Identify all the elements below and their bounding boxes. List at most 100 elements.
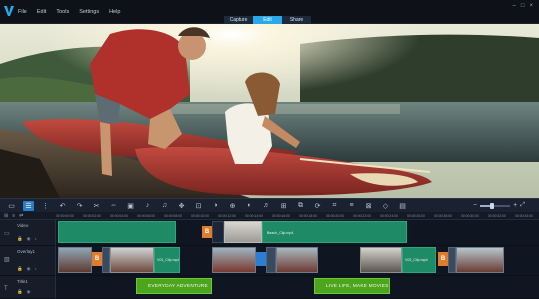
timecode-label: 00:00:16:00: [272, 214, 290, 218]
timecode-label: 00:00:06:00: [137, 214, 155, 218]
timecode-label: 00:00:08:00: [164, 214, 182, 218]
timeline-ruler[interactable]: ⊞ ≡ ⇄ 00:00:00:00 00:00:02:00 00:00:04:0…: [0, 212, 539, 220]
visibility-icon[interactable]: ◉: [27, 266, 31, 272]
transition[interactable]: B: [438, 252, 448, 266]
zoom-in-button[interactable]: +: [513, 202, 517, 209]
trim-icon[interactable]: ⇔: [108, 201, 119, 211]
app-logo-icon: [4, 6, 14, 16]
minimize-icon[interactable]: –: [513, 3, 516, 9]
timecode-label: 00:00:00:00: [56, 214, 74, 218]
track-header-overlay[interactable]: ▧ Overlay1 🔒 ◉ ♪: [0, 246, 56, 276]
time-remap-icon[interactable]: ⟳: [312, 201, 323, 211]
multicam-icon[interactable]: ⧉: [295, 201, 306, 211]
track-manager-icon[interactable]: ≡: [12, 213, 15, 219]
lock-icon[interactable]: 🔒: [17, 266, 23, 272]
workspace-tabs: Capture Edit Share: [224, 16, 311, 24]
split-screen-icon[interactable]: ⊞: [278, 201, 289, 211]
mask-creator-icon[interactable]: ◑: [210, 201, 221, 211]
mix-icon[interactable]: ≡: [346, 201, 357, 211]
ruler-timecodes: 00:00:00:00 00:00:02:00 00:00:04:00 00:0…: [56, 212, 539, 220]
lock-icon[interactable]: 🔒: [17, 236, 23, 242]
undo-icon[interactable]: ↶: [57, 201, 68, 211]
maximize-icon[interactable]: □: [521, 3, 525, 9]
transition[interactable]: [256, 252, 266, 266]
smart-proxy-icon[interactable]: ⊠: [363, 201, 374, 211]
customize-toolbar-icon[interactable]: ⋮: [40, 201, 51, 211]
motion-tracking-icon[interactable]: ✥: [176, 201, 187, 211]
zoom-out-button[interactable]: −: [473, 202, 477, 209]
clip-thumbnail[interactable]: [212, 221, 224, 243]
ruler-controls: ⊞ ≡ ⇄: [4, 213, 23, 219]
overlay-clip[interactable]: V02_Clip.mp4: [402, 247, 436, 273]
visibility-icon[interactable]: ◉: [27, 289, 31, 295]
add-track-icon[interactable]: ⊞: [4, 213, 8, 219]
storyboard-view-icon[interactable]: ▭: [6, 201, 17, 211]
title-clip[interactable]: EVERYDAY ADVENTURE: [136, 278, 212, 294]
overlay-clip[interactable]: [456, 247, 504, 273]
preview-frame: [0, 24, 539, 198]
track-header-video[interactable]: ▭ Video 🔒 ◉ ♪: [0, 220, 56, 246]
audio-icon[interactable]: ♪: [35, 236, 37, 242]
tab-edit[interactable]: Edit: [253, 16, 282, 24]
fit-project-icon[interactable]: ⤢: [520, 202, 525, 209]
redo-icon[interactable]: ↷: [74, 201, 85, 211]
timecode-label: 00:00:10:00: [191, 214, 209, 218]
timecode-label: 00:00:02:00: [83, 214, 101, 218]
title-clip[interactable]: LIVE LIFE, MAKE MOVIES: [314, 278, 390, 294]
timecode-label: 00:00:26:00: [407, 214, 425, 218]
track-lane-video[interactable]: B Beach_Clip.mp4: [56, 220, 539, 246]
timeline-tracks: ▭ Video 🔒 ◉ ♪ B Beach_Clip.mp4 ▧ Overlay…: [0, 220, 539, 299]
tab-capture[interactable]: Capture: [224, 16, 253, 24]
overlay-clip[interactable]: [110, 247, 154, 273]
track-lane-title[interactable]: EVERYDAY ADVENTURE LIVE LIFE, MAKE MOVIE…: [56, 276, 539, 299]
zoom-slider[interactable]: [480, 202, 511, 209]
menu-file[interactable]: File: [18, 9, 27, 15]
subtitle-editor-icon[interactable]: ⊡: [193, 201, 204, 211]
track-lane-overlay[interactable]: B V01_Clip.mp4 V02_Clip.mp4 B: [56, 246, 539, 276]
menu-tools[interactable]: Tools: [56, 9, 69, 15]
overlay-clip[interactable]: [360, 247, 402, 273]
lock-icon[interactable]: 🔒: [17, 289, 23, 295]
timecode-label: 00:00:24:00: [380, 214, 398, 218]
markers-icon[interactable]: ◇: [380, 201, 391, 211]
close-icon[interactable]: ×: [529, 3, 533, 9]
transition[interactable]: B: [202, 226, 212, 238]
ripple-edit-icon[interactable]: ⇄: [19, 213, 23, 219]
timecode-label: 00:00:28:00: [434, 214, 452, 218]
audio-ducking-icon[interactable]: ♬: [261, 201, 272, 211]
preview-window[interactable]: [0, 24, 539, 198]
timecode-label: 00:00:32:00: [488, 214, 506, 218]
visibility-icon[interactable]: ◉: [27, 236, 31, 242]
video-clip[interactable]: Beach_Clip.mp4: [262, 221, 407, 243]
pan-zoom-icon[interactable]: ⊕: [227, 201, 238, 211]
audio-icon[interactable]: ♪: [35, 266, 37, 272]
overlay-clip[interactable]: [212, 247, 256, 273]
crop-icon[interactable]: ⌗: [329, 201, 340, 211]
menu-help[interactable]: Help: [109, 9, 120, 15]
track-controls: 🔒 ◉ ♪: [17, 236, 37, 242]
render-icon[interactable]: ▤: [397, 201, 408, 211]
record-capture-icon[interactable]: ▣: [125, 201, 136, 211]
tab-share[interactable]: Share: [282, 16, 311, 24]
timecode-label: 00:00:30:00: [461, 214, 479, 218]
video-clip[interactable]: [224, 221, 262, 243]
clip-thumbnail[interactable]: [266, 247, 276, 273]
video-clip[interactable]: [58, 221, 176, 243]
color-grading-icon[interactable]: ◐: [244, 201, 255, 211]
zoom-slider-handle[interactable]: [490, 202, 495, 209]
clip-thumbnail[interactable]: [102, 247, 110, 273]
overlay-clip[interactable]: [58, 247, 92, 273]
menu-edit[interactable]: Edit: [37, 9, 46, 15]
menu-settings[interactable]: Settings: [79, 9, 99, 15]
track-controls: 🔒 ◉: [17, 289, 31, 295]
timeline-view-icon[interactable]: ☰: [23, 200, 34, 211]
track-header-title[interactable]: T Title1 🔒 ◉: [0, 276, 56, 299]
sound-mixer-icon[interactable]: ♪: [142, 201, 153, 211]
auto-music-icon[interactable]: ♫: [159, 201, 170, 211]
split-icon[interactable]: ✂: [91, 201, 102, 211]
timecode-label: 00:00:18:00: [299, 214, 317, 218]
clip-thumbnail[interactable]: [448, 247, 456, 273]
overlay-clip[interactable]: V01_Clip.mp4: [154, 247, 180, 273]
transition[interactable]: B: [92, 252, 102, 266]
overlay-clip[interactable]: [276, 247, 318, 273]
